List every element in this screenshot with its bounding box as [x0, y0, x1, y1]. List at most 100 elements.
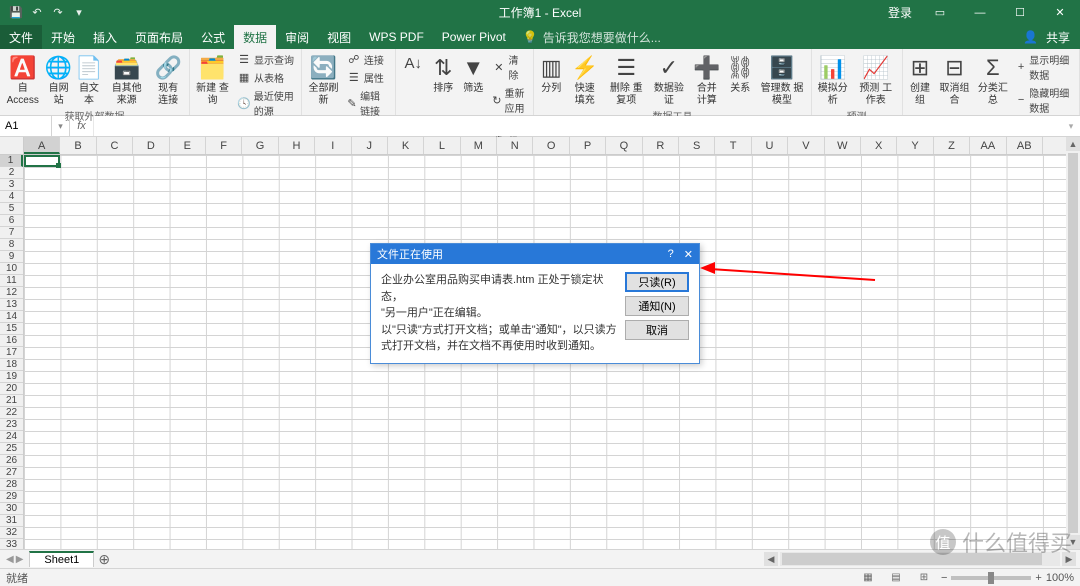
- col-header-J[interactable]: J: [352, 137, 388, 154]
- add-sheet-button[interactable]: ⊕: [94, 551, 114, 568]
- col-header-F[interactable]: F: [206, 137, 242, 154]
- row-header-6[interactable]: 6: [0, 215, 23, 227]
- tab-home[interactable]: 开始: [42, 25, 84, 49]
- forecast-button[interactable]: 📈预测 工作表: [853, 51, 899, 108]
- show-queries-button[interactable]: ☰显示查询: [234, 51, 298, 68]
- from-other-button[interactable]: 🗃️自其他来源: [105, 51, 148, 108]
- from-web-button[interactable]: 🌐自网站: [44, 51, 72, 108]
- sheet-next-icon[interactable]: ▶: [16, 554, 24, 565]
- col-header-B[interactable]: B: [60, 137, 96, 154]
- col-header-X[interactable]: X: [861, 137, 897, 154]
- clear-filter-button[interactable]: ✕清除: [489, 51, 530, 83]
- row-header-20[interactable]: 20: [0, 383, 23, 395]
- expand-formula-icon[interactable]: ▾: [1062, 116, 1080, 136]
- tab-view[interactable]: 视图: [318, 25, 360, 49]
- col-header-K[interactable]: K: [388, 137, 424, 154]
- row-header-17[interactable]: 17: [0, 347, 23, 359]
- tell-me-search[interactable]: 💡 告诉我您想要做什么...: [515, 25, 669, 49]
- qat-more-icon[interactable]: ▾: [71, 5, 87, 21]
- row-header-10[interactable]: 10: [0, 263, 23, 275]
- row-header-1[interactable]: 1: [0, 155, 23, 167]
- row-header-30[interactable]: 30: [0, 503, 23, 515]
- col-header-O[interactable]: O: [533, 137, 569, 154]
- zoom-control[interactable]: − + 100%: [941, 572, 1074, 584]
- tab-powerpivot[interactable]: Power Pivot: [433, 25, 515, 49]
- col-header-R[interactable]: R: [643, 137, 679, 154]
- scroll-thumb[interactable]: [1068, 153, 1078, 533]
- close-icon[interactable]: ✕: [1040, 0, 1080, 25]
- col-header-P[interactable]: P: [570, 137, 606, 154]
- notify-button[interactable]: 通知(N): [625, 296, 689, 316]
- properties-button[interactable]: ☰属性: [344, 69, 392, 86]
- hscroll-left-icon[interactable]: ◀: [764, 552, 778, 566]
- dialog-title-bar[interactable]: 文件正在使用 ? ✕: [371, 244, 699, 264]
- row-header-33[interactable]: 33: [0, 539, 23, 549]
- col-header-M[interactable]: M: [461, 137, 497, 154]
- zoom-slider[interactable]: [951, 576, 1031, 580]
- row-header-15[interactable]: 15: [0, 323, 23, 335]
- fx-button[interactable]: fx: [70, 116, 94, 136]
- tab-insert[interactable]: 插入: [84, 25, 126, 49]
- data-validation-button[interactable]: ✓数据验 证: [650, 51, 687, 108]
- row-header-4[interactable]: 4: [0, 191, 23, 203]
- select-all-corner[interactable]: [0, 137, 24, 155]
- dialog-help-icon[interactable]: ?: [668, 248, 674, 261]
- view-normal-icon[interactable]: ▦: [857, 571, 879, 585]
- sheet-nav[interactable]: ◀▶: [0, 554, 29, 565]
- scroll-up-icon[interactable]: ▲: [1066, 137, 1080, 151]
- col-header-D[interactable]: D: [133, 137, 169, 154]
- maximize-icon[interactable]: ☐: [1000, 0, 1040, 25]
- col-header-W[interactable]: W: [825, 137, 861, 154]
- view-pagebreak-icon[interactable]: ⊞: [913, 571, 935, 585]
- from-table-button[interactable]: ▦从表格: [234, 69, 298, 86]
- tab-review[interactable]: 审阅: [276, 25, 318, 49]
- row-header-9[interactable]: 9: [0, 251, 23, 263]
- row-header-8[interactable]: 8: [0, 239, 23, 251]
- relations-button[interactable]: ⛓关系: [726, 51, 754, 97]
- row-header-13[interactable]: 13: [0, 299, 23, 311]
- row-header-29[interactable]: 29: [0, 491, 23, 503]
- col-header-A[interactable]: A: [24, 137, 60, 154]
- row-header-12[interactable]: 12: [0, 287, 23, 299]
- sort-asc-button[interactable]: A↓: [399, 51, 427, 75]
- reapply-button[interactable]: ↻重新应用: [489, 84, 530, 116]
- col-header-E[interactable]: E: [170, 137, 206, 154]
- share-button[interactable]: 共享: [1046, 29, 1070, 46]
- row-header-18[interactable]: 18: [0, 359, 23, 371]
- row-header-24[interactable]: 24: [0, 431, 23, 443]
- sheet-prev-icon[interactable]: ◀: [6, 554, 14, 565]
- row-header-21[interactable]: 21: [0, 395, 23, 407]
- col-header-V[interactable]: V: [788, 137, 824, 154]
- data-model-button[interactable]: 🗄️管理数 据模型: [756, 51, 807, 108]
- row-header-25[interactable]: 25: [0, 443, 23, 455]
- tab-layout[interactable]: 页面布局: [126, 25, 192, 49]
- row-header-7[interactable]: 7: [0, 227, 23, 239]
- row-header-2[interactable]: 2: [0, 167, 23, 179]
- row-header-16[interactable]: 16: [0, 335, 23, 347]
- cancel-button[interactable]: 取消: [625, 320, 689, 340]
- zoom-out-icon[interactable]: −: [941, 572, 947, 584]
- row-headers[interactable]: 1234567891011121314151617181920212223242…: [0, 155, 24, 549]
- col-header-H[interactable]: H: [279, 137, 315, 154]
- col-header-AB[interactable]: AB: [1007, 137, 1043, 154]
- name-box[interactable]: A1: [0, 116, 52, 136]
- tab-wpspdf[interactable]: WPS PDF: [360, 25, 433, 49]
- col-header-AA[interactable]: AA: [970, 137, 1006, 154]
- row-header-14[interactable]: 14: [0, 311, 23, 323]
- col-header-G[interactable]: G: [242, 137, 278, 154]
- name-box-dropdown-icon[interactable]: ▾: [52, 116, 70, 136]
- existing-conn-button[interactable]: 🔗现有连接: [150, 51, 186, 108]
- row-header-28[interactable]: 28: [0, 479, 23, 491]
- from-text-button[interactable]: 📄自文本: [75, 51, 103, 108]
- row-header-22[interactable]: 22: [0, 407, 23, 419]
- row-header-27[interactable]: 27: [0, 467, 23, 479]
- undo-icon[interactable]: ↶: [29, 5, 45, 21]
- row-header-26[interactable]: 26: [0, 455, 23, 467]
- zoom-percent[interactable]: 100%: [1046, 572, 1074, 584]
- edit-links-button[interactable]: ✎编辑链接: [344, 87, 392, 119]
- row-header-3[interactable]: 3: [0, 179, 23, 191]
- col-header-S[interactable]: S: [679, 137, 715, 154]
- col-header-Z[interactable]: Z: [934, 137, 970, 154]
- recent-sources-button[interactable]: 🕓最近使用的源: [234, 87, 298, 119]
- formula-input[interactable]: [94, 116, 1062, 136]
